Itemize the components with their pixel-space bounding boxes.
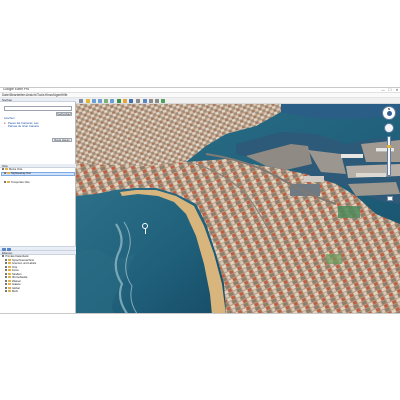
tour-icon[interactable] (110, 99, 114, 103)
folder-icon (5, 168, 8, 171)
layer-icon (8, 283, 11, 286)
places-item-sightseeing[interactable]: Sightseeing-Tour (4, 172, 31, 175)
checkbox[interactable] (5, 269, 8, 272)
layer-icon (8, 269, 11, 272)
item-label: Temporäre Orte (10, 181, 30, 184)
layer-icon (8, 262, 11, 265)
layer-icon (8, 265, 11, 268)
save-image-icon[interactable] (155, 99, 159, 103)
satellite-imagery (76, 104, 400, 313)
places-item-temporary[interactable]: Temporäre Orte (4, 181, 30, 184)
marker-stem (145, 229, 146, 234)
checkbox[interactable] (5, 265, 8, 268)
earth-3d-view[interactable]: N (76, 104, 400, 313)
path-icon[interactable] (98, 99, 102, 103)
folder-icon (7, 181, 10, 184)
imagery-attribution (369, 310, 397, 313)
checkbox[interactable] (5, 290, 8, 293)
zoom-slider-handle[interactable] (387, 145, 392, 148)
layer-item[interactable]: Mehr (5, 290, 18, 293)
look-joystick-icon[interactable] (387, 111, 392, 116)
result-marker-icon: ● (4, 121, 6, 125)
clear-search-link[interactable]: Löschen (4, 116, 15, 120)
placemark-icon[interactable] (86, 99, 90, 103)
layer-icon (8, 286, 11, 289)
move-joystick-icon[interactable] (384, 123, 394, 133)
map-icon[interactable] (161, 99, 165, 103)
checkbox[interactable] (5, 276, 8, 279)
history-icon[interactable] (117, 99, 121, 103)
north-label: N (388, 106, 391, 111)
checkbox[interactable] (5, 283, 8, 286)
overlay-icon[interactable] (104, 99, 108, 103)
zoom-slider[interactable] (387, 136, 392, 176)
checkbox[interactable] (2, 168, 5, 171)
places-item-my-places[interactable]: Meine Orte (2, 168, 22, 171)
print-icon[interactable] (149, 99, 153, 103)
checkbox[interactable] (5, 262, 8, 265)
checkbox[interactable] (5, 272, 8, 275)
sun-icon[interactable] (123, 99, 127, 103)
window-title: Google Earth Pro (3, 87, 30, 91)
checkbox[interactable] (4, 181, 7, 184)
search-panel-header[interactable]: Suchen (0, 98, 76, 102)
get-directions-button[interactable]: Route planen (52, 138, 72, 142)
email-icon[interactable] (143, 99, 147, 103)
search-result-link[interactable]: Paseo las Canteras, Las Palmas de Gran C… (8, 121, 48, 128)
planets-icon[interactable] (129, 99, 133, 103)
search-input[interactable] (4, 106, 72, 111)
google-earth-window: Google Earth Pro — ☐ ✕ Datei Bearbeiten … (0, 87, 400, 314)
polygon-icon[interactable] (92, 99, 96, 103)
street-view-pegman-icon[interactable] (387, 196, 393, 201)
item-label: Sightseeing-Tour (10, 172, 32, 175)
checkbox[interactable] (4, 172, 7, 175)
layer-icon (8, 279, 11, 282)
sidebar-icon[interactable] (79, 99, 83, 103)
checkbox[interactable] (5, 279, 8, 282)
layer-icon (8, 272, 11, 275)
layer-icon (8, 290, 11, 293)
sidebar: Suchen Suchverlauf Löschen ● Paseo las C… (0, 98, 76, 313)
checkbox[interactable] (5, 286, 8, 289)
search-history-button[interactable]: Suchverlauf (56, 112, 72, 116)
layer-icon (8, 258, 11, 261)
item-label: Mehr (11, 290, 19, 293)
checkbox[interactable] (5, 258, 8, 261)
compass-control[interactable]: N (382, 106, 396, 120)
layer-icon (8, 276, 11, 279)
folder-icon (7, 172, 10, 175)
item-label: Meine Orte (8, 168, 23, 171)
ruler-icon[interactable] (136, 99, 140, 103)
